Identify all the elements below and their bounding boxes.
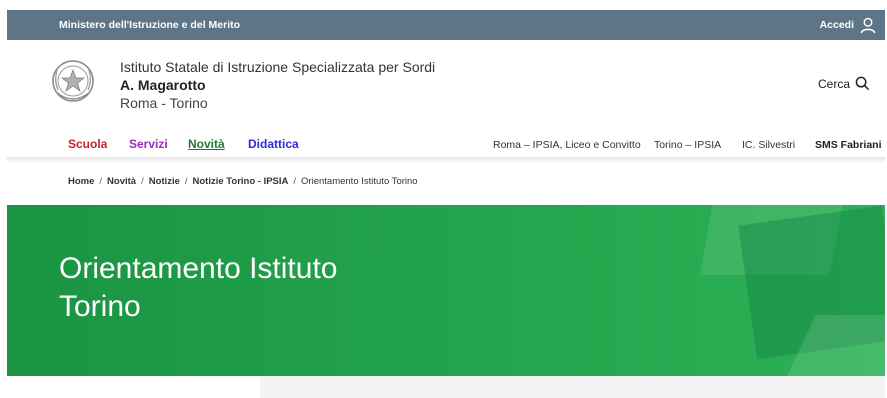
breadcrumb-current: Orientamento Istituto Torino <box>301 176 418 187</box>
nav-link-sms-fabriani[interactable]: SMS Fabriani <box>815 139 882 151</box>
nav-item-servizi[interactable]: Servizi <box>129 137 168 151</box>
breadcrumb-separator: / <box>293 176 297 187</box>
search-button[interactable]: Cerca <box>818 76 870 91</box>
breadcrumb-home[interactable]: Home <box>68 176 94 187</box>
republic-emblem-icon[interactable] <box>50 56 96 106</box>
user-icon <box>860 17 876 34</box>
institute-line-1: Istituto Statale di Istruzione Specializ… <box>120 59 436 75</box>
page-title-line-2: Torino <box>59 290 141 323</box>
search-label: Cerca <box>817 76 850 91</box>
top-bar: Ministero dell'Istruzione e del Merito A… <box>0 0 887 40</box>
institute-line-2: A. Magarotto <box>120 77 206 93</box>
search-icon <box>855 76 870 91</box>
page-title-line-1: Orientamento Istituto <box>59 252 338 285</box>
institute-name[interactable]: Istituto Statale di Istruzione Specializ… <box>120 58 435 112</box>
institute-line-3: Roma - Torino <box>120 95 208 111</box>
site-header: Istituto Statale di Istruzione Specializ… <box>0 40 887 122</box>
breadcrumb-notizie-torino[interactable]: Notizie Torino - IPSIA <box>193 176 289 187</box>
nav-link-ic-silvestri[interactable]: IC. Silvestri <box>742 139 795 151</box>
nav-divider <box>7 157 885 163</box>
nav-link-roma-ipsia[interactable]: Roma – IPSIA, Liceo e Convitto <box>493 139 641 151</box>
login-label: Accedi <box>819 19 854 31</box>
breadcrumb-notizie[interactable]: Notizie <box>149 176 180 187</box>
login-button[interactable]: Accedi <box>820 16 877 34</box>
breadcrumb-separator: / <box>184 176 188 187</box>
breadcrumb-separator: / <box>99 176 103 187</box>
ministry-link[interactable]: Ministero dell'Istruzione e del Merito <box>59 19 240 31</box>
nav-item-scuola[interactable]: Scuola <box>68 137 107 151</box>
nav-item-didattica[interactable]: Didattica <box>248 137 299 151</box>
main-navigation: Scuola Servizi Novità Didattica Roma – I… <box>0 128 887 158</box>
breadcrumb-novita[interactable]: Novità <box>107 176 136 187</box>
nav-item-novita[interactable]: Novità <box>188 137 225 151</box>
breadcrumb-separator: / <box>141 176 144 187</box>
breadcrumb: Home / Novità / Notizie / Notizie Torino… <box>68 176 418 187</box>
top-bar-inner: Ministero dell'Istruzione e del Merito A… <box>7 10 885 40</box>
page-title: Orientamento Istituto Torino <box>59 250 337 326</box>
nav-link-torino-ipsia[interactable]: Torino – IPSIA <box>654 139 721 151</box>
hero-banner: Orientamento Istituto Torino <box>7 205 885 376</box>
content-area <box>260 376 885 398</box>
